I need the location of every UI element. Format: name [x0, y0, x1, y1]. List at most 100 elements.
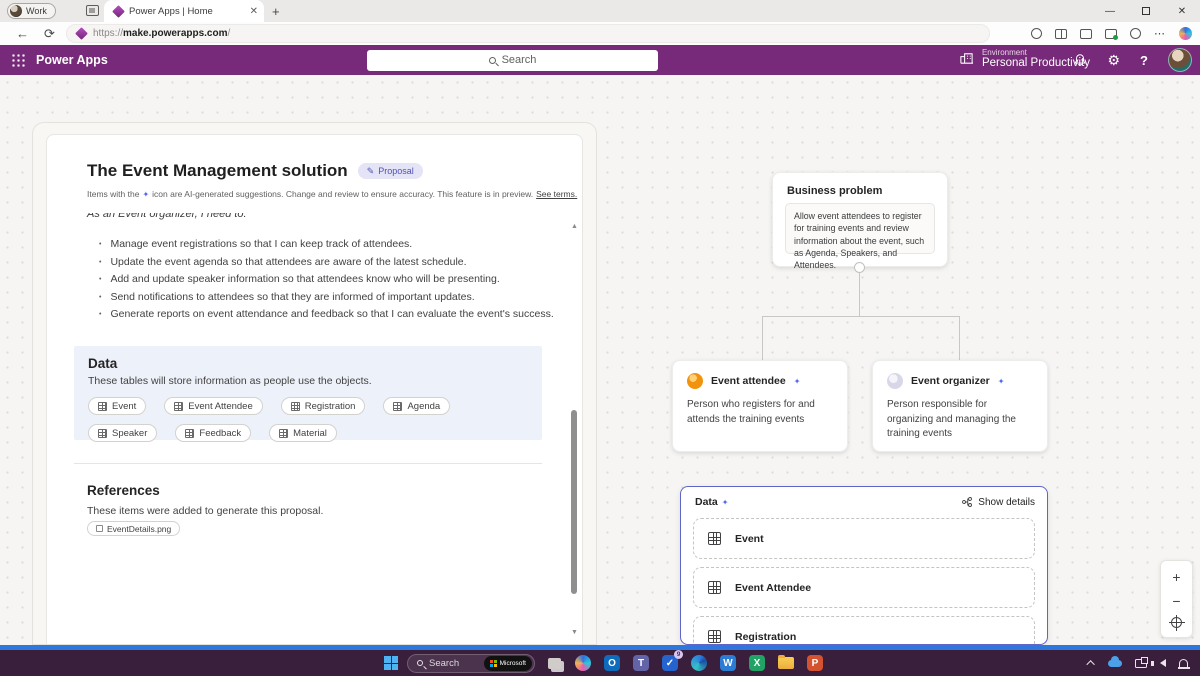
start-button[interactable] — [384, 656, 398, 670]
persona-header: Event attendee ✦ — [687, 373, 833, 389]
screen: Work Power Apps | Home ✕ + — ✕ ← ⟳ https… — [0, 0, 1200, 676]
tab-title: Power Apps | Home — [129, 6, 244, 17]
taskbar-search[interactable]: Search Microsoft — [407, 654, 535, 673]
table-chip-row: Event Event Attendee Registration Agenda… — [88, 397, 528, 442]
tab-close-icon[interactable]: ✕ — [250, 6, 258, 17]
business-problem-card[interactable]: Business problem Allow event attendees t… — [772, 172, 948, 267]
split-screen-icon[interactable] — [1055, 29, 1067, 39]
onedrive-icon[interactable] — [1108, 660, 1122, 667]
notifications-bell-icon[interactable] — [1073, 53, 1087, 67]
task-view-icon[interactable] — [544, 653, 564, 673]
sparkle-icon: ✦ — [794, 377, 801, 386]
account-avatar[interactable] — [1168, 48, 1192, 72]
browser-settings-more-icon[interactable]: ⋯ — [1154, 27, 1166, 40]
org-chart-icon — [961, 496, 973, 508]
teams-icon[interactable]: T — [631, 653, 651, 673]
data-table-row[interactable]: Event — [693, 518, 1035, 559]
browser-essentials-icon[interactable] — [1031, 28, 1042, 39]
url-field[interactable]: https://make.powerapps.com/ — [66, 24, 990, 43]
table-chip[interactable]: Material — [269, 424, 337, 442]
persona-card-attendee[interactable]: Event attendee ✦ Person who registers fo… — [672, 360, 848, 452]
todo-badge: 9 — [674, 650, 683, 659]
environment-picker[interactable]: Environment Personal Productivity — [959, 48, 1090, 69]
minimize-button[interactable]: — — [1092, 0, 1128, 22]
need-bullet: Generate reports on event attendance and… — [99, 308, 554, 320]
persona-card-organizer[interactable]: Event organizer ✦ Person responsible for… — [872, 360, 1048, 452]
tray-chevron-icon[interactable] — [1086, 660, 1094, 668]
file-explorer-icon[interactable] — [776, 653, 796, 673]
data-table-row[interactable]: Registration — [693, 616, 1035, 645]
fit-view-icon[interactable] — [1171, 617, 1182, 628]
table-chip[interactable]: Speaker — [88, 424, 157, 442]
data-panel[interactable]: Data ✦ Show details Event Event Attendee… — [680, 486, 1048, 645]
copilot-icon[interactable] — [573, 653, 593, 673]
todo-icon[interactable]: ✓9 — [660, 653, 680, 673]
back-icon[interactable]: ← — [16, 26, 29, 41]
zoom-in-button[interactable]: + — [1172, 570, 1180, 584]
workspaces-icon[interactable] — [86, 5, 99, 16]
connector-dot[interactable] — [854, 262, 865, 273]
table-chip[interactable]: Agenda — [383, 397, 450, 415]
close-button[interactable]: ✕ — [1164, 0, 1200, 22]
display-icon[interactable] — [1135, 659, 1147, 668]
reference-chip[interactable]: EventDetails.png — [87, 521, 180, 536]
power-apps-header: Power Apps Search Environment Personal P… — [0, 45, 1200, 75]
outlook-icon[interactable]: O — [602, 653, 622, 673]
new-tab-button[interactable]: + — [272, 4, 280, 19]
app-launcher-icon[interactable] — [11, 53, 25, 67]
table-icon — [98, 402, 107, 411]
app-name[interactable]: Power Apps — [36, 53, 108, 67]
taskbar-center: Search Microsoft O T ✓9 W X P — [384, 650, 825, 676]
table-icon — [174, 402, 183, 411]
refresh-icon[interactable]: ⟳ — [44, 26, 55, 42]
profile-avatar — [10, 5, 22, 17]
data-table-row[interactable]: Event Attendee — [693, 567, 1035, 608]
collections-icon[interactable] — [1080, 29, 1092, 39]
excel-icon[interactable]: X — [747, 653, 767, 673]
settings-gear-icon[interactable]: ⚙ — [1107, 52, 1120, 69]
table-chip[interactable]: Registration — [281, 397, 366, 415]
business-problem-text: Allow event attendees to register for tr… — [785, 203, 935, 254]
table-chip[interactable]: Event Attendee — [164, 397, 262, 415]
table-chip[interactable]: Feedback — [175, 424, 251, 442]
system-tray — [1089, 650, 1188, 676]
data-section-heading: Data — [88, 356, 528, 371]
zoom-out-button[interactable]: − — [1172, 594, 1180, 608]
scrollbar-up-icon[interactable]: ▲ — [571, 223, 578, 230]
scrollbar[interactable]: ▲ ▼ — [569, 223, 579, 636]
help-icon[interactable]: ? — [1140, 53, 1148, 68]
scrollbar-down-icon[interactable]: ▼ — [571, 629, 578, 636]
power-apps-favicon — [112, 5, 125, 18]
maximize-icon — [1142, 7, 1150, 15]
ai-disclaimer: Items with the ✦ icon are AI-generated s… — [87, 189, 577, 199]
show-details-button[interactable]: Show details — [961, 496, 1035, 508]
copilot-icon[interactable] — [1179, 27, 1192, 40]
table-chip[interactable]: Event — [88, 397, 146, 415]
microsoft-logo-icon — [490, 660, 497, 667]
browser-tab[interactable]: Power Apps | Home ✕ — [104, 0, 264, 22]
taskbar: Search Microsoft O T ✓9 W X P — [0, 650, 1200, 676]
browser-addressbar: ← ⟳ https://make.powerapps.com/ ⋯ — [0, 22, 1200, 45]
references-heading: References — [87, 483, 160, 498]
url-text: https://make.powerapps.com/ — [93, 28, 230, 39]
data-section-description: These tables will store information as p… — [88, 375, 528, 387]
search-input[interactable]: Search — [367, 50, 658, 71]
scrollbar-thumb[interactable] — [571, 410, 577, 594]
browser-profile-button[interactable]: Work — [7, 3, 56, 19]
edge-icon[interactable] — [689, 653, 709, 673]
site-favicon — [75, 27, 88, 40]
see-terms-link[interactable]: See terms. — [536, 189, 577, 199]
proposal-card: The Event Management solution ✎ Proposal… — [46, 134, 583, 644]
table-icon — [279, 429, 288, 438]
table-icon — [98, 429, 107, 438]
persona-header: Event organizer ✦ — [887, 373, 1033, 389]
powerpoint-icon[interactable]: P — [805, 653, 825, 673]
extensions-icon[interactable] — [1130, 28, 1141, 39]
word-icon[interactable]: W — [718, 653, 738, 673]
microsoft-badge: Microsoft — [484, 656, 532, 671]
volume-icon[interactable] — [1160, 659, 1166, 667]
maximize-button[interactable] — [1128, 0, 1164, 22]
need-bullet: Add and update speaker information so th… — [99, 273, 500, 285]
notifications-icon[interactable] — [1179, 659, 1188, 668]
password-check-icon[interactable] — [1105, 29, 1117, 39]
